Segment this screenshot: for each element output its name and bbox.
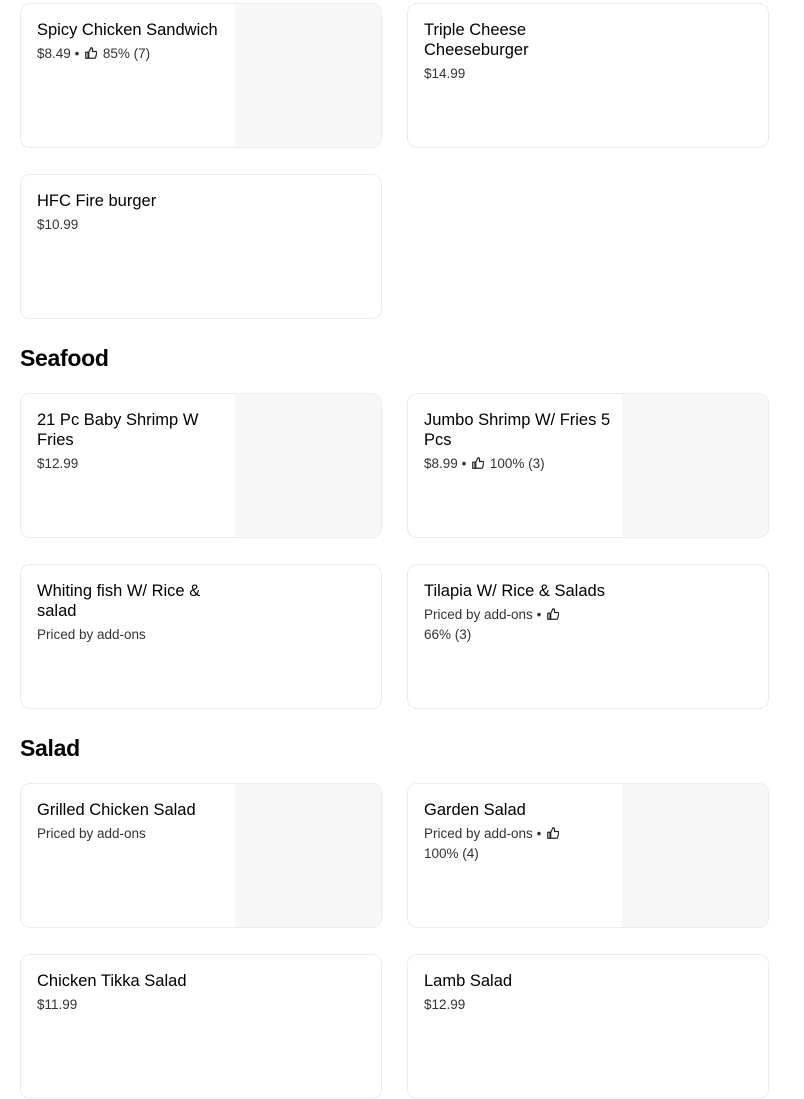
item-meta: Priced by add-ons • 100% (4) <box>424 824 574 864</box>
item-name: Garden Salad <box>424 801 526 819</box>
item-price: $12.99 <box>424 997 466 1012</box>
item-name: Chicken Tikka Salad <box>37 972 187 990</box>
item-meta: $10.99 <box>37 215 367 235</box>
menu-item-card[interactable]: Lamb Salad $12.99 <box>407 954 769 1099</box>
item-info: Whiting fish W/ Rice & salad Priced by a… <box>37 581 233 645</box>
item-price: $14.99 <box>424 66 466 81</box>
menu-item-card[interactable]: Garden Salad Priced by add-ons • 100% (4… <box>407 783 769 928</box>
thumbs-up-icon <box>547 827 560 839</box>
item-meta: $8.99 • 100% (3) <box>424 454 620 474</box>
item-price: Priced by add-ons <box>424 826 533 841</box>
separator: • <box>461 456 467 471</box>
section-title-seafood: Seafood <box>20 345 109 371</box>
item-rating: 100% (4) <box>424 846 479 861</box>
item-info: Grilled Chicken Salad Priced by add-ons <box>37 800 233 844</box>
menu-item-card[interactable]: Whiting fish W/ Rice & salad Priced by a… <box>20 564 382 709</box>
item-info: Tilapia W/ Rice & Salads Priced by add-o… <box>424 581 754 645</box>
item-image <box>235 394 381 537</box>
item-info: 21 Pc Baby Shrimp W Fries $12.99 <box>37 410 233 474</box>
menu-item-card[interactable]: HFC Fire burger $10.99 <box>20 174 382 319</box>
item-price: Priced by add-ons <box>37 826 146 841</box>
menu-item-card[interactable]: Chicken Tikka Salad $11.99 <box>20 954 382 1099</box>
menu-item-card[interactable]: Spicy Chicken Sandwich $8.49 • 85% (7) <box>20 3 382 148</box>
item-meta: $12.99 <box>37 454 233 474</box>
item-meta: Priced by add-ons • 66% (3) <box>424 605 574 645</box>
item-name: Tilapia W/ Rice & Salads <box>424 582 605 600</box>
item-rating: 85% (7) <box>102 46 151 61</box>
thumbs-up-icon <box>547 608 560 620</box>
item-name: 21 Pc Baby Shrimp W Fries <box>37 411 199 449</box>
menu-item-card[interactable]: Triple Cheese Cheeseburger $14.99 <box>407 3 769 148</box>
item-meta: Priced by add-ons <box>37 824 233 844</box>
menu-item-card[interactable]: Grilled Chicken Salad Priced by add-ons <box>20 783 382 928</box>
menu-item-card[interactable]: 21 Pc Baby Shrimp W Fries $12.99 <box>20 393 382 538</box>
item-meta: $12.99 <box>424 995 754 1015</box>
item-image <box>235 784 381 927</box>
thumbs-up-icon <box>472 457 485 469</box>
section-title-salad: Salad <box>20 735 80 761</box>
item-info: Triple Cheese Cheeseburger $14.99 <box>424 20 620 84</box>
item-info: Chicken Tikka Salad $11.99 <box>37 971 367 1015</box>
item-info: Spicy Chicken Sandwich $8.49 • 85% (7) <box>37 20 233 64</box>
separator: • <box>536 826 542 841</box>
item-price: Priced by add-ons <box>424 607 533 622</box>
separator: • <box>74 46 80 61</box>
item-info: HFC Fire burger $10.99 <box>37 191 367 235</box>
item-image <box>622 784 768 927</box>
item-name: Spicy Chicken Sandwich <box>37 21 218 39</box>
item-name: Triple Cheese Cheeseburger <box>424 21 529 59</box>
item-name: Jumbo Shrimp W/ Fries 5 Pcs <box>424 411 611 449</box>
separator: • <box>536 607 542 622</box>
item-name: Lamb Salad <box>424 972 513 990</box>
item-price: $8.49 <box>37 46 71 61</box>
item-price: $12.99 <box>37 456 79 471</box>
item-meta: Priced by add-ons <box>37 625 233 645</box>
item-meta: $8.49 • 85% (7) <box>37 44 233 64</box>
item-info: Garden Salad Priced by add-ons • 100% (4… <box>424 800 620 864</box>
menu-item-card[interactable]: Tilapia W/ Rice & Salads Priced by add-o… <box>407 564 769 709</box>
item-price: $10.99 <box>37 217 79 232</box>
item-rating: 100% (3) <box>489 456 545 471</box>
item-info: Lamb Salad $12.99 <box>424 971 754 1015</box>
item-meta: $11.99 <box>37 995 367 1015</box>
thumbs-up-icon <box>85 47 98 59</box>
item-name: Grilled Chicken Salad <box>37 801 196 819</box>
item-rating: 66% (3) <box>424 627 472 642</box>
item-meta: $14.99 <box>424 64 620 84</box>
menu-item-card[interactable]: Jumbo Shrimp W/ Fries 5 Pcs $8.99 • 100%… <box>407 393 769 538</box>
item-price: Priced by add-ons <box>37 627 146 642</box>
item-info: Jumbo Shrimp W/ Fries 5 Pcs $8.99 • 100%… <box>424 410 620 474</box>
item-price: $11.99 <box>37 997 78 1012</box>
item-name: HFC Fire burger <box>37 192 157 210</box>
item-name: Whiting fish W/ Rice & salad <box>37 582 201 620</box>
item-price: $8.99 <box>424 456 458 471</box>
item-image <box>235 4 381 147</box>
item-image <box>622 394 768 537</box>
